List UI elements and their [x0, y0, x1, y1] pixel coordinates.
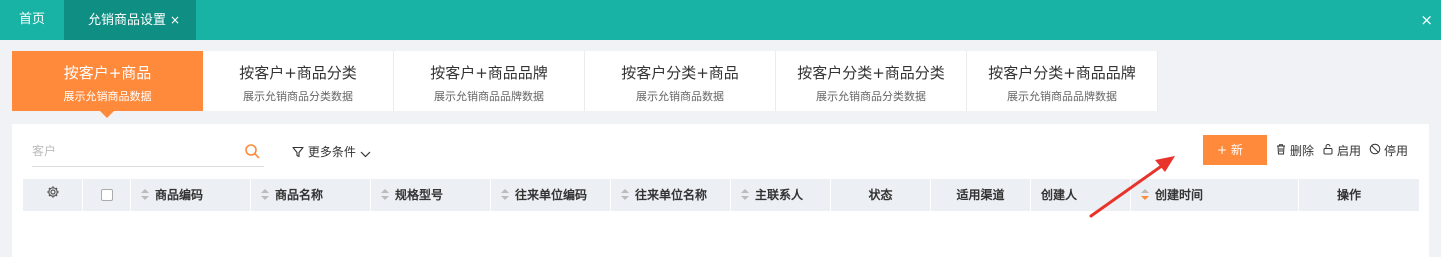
chevron-down-icon — [360, 145, 371, 159]
sort-icon[interactable] — [501, 189, 509, 201]
column-label: 规格型号 — [395, 188, 444, 202]
cat-tab-customer-category-goods-category[interactable]: 按客户分类+商品分类 展示允销商品分类数据 — [776, 51, 967, 111]
ban-icon — [1369, 143, 1384, 158]
cat-tab-title: 按客户分类+商品 — [621, 64, 739, 82]
cat-tab-subtitle: 展示允销商品数据 — [636, 90, 724, 103]
cat-tab-title: 按客户分类+商品品牌 — [988, 64, 1136, 82]
column-header-goods-code[interactable]: 商品编码 — [131, 179, 251, 211]
sort-icon[interactable] — [741, 189, 749, 201]
column-header-status: 状态 — [831, 179, 931, 211]
cat-tab-subtitle: 展示允销商品分类数据 — [243, 90, 353, 103]
column-settings[interactable] — [23, 179, 83, 211]
column-label: 适用渠道 — [956, 188, 1005, 202]
enable-button[interactable]: 启用 — [1322, 142, 1361, 159]
close-all-tabs-icon[interactable]: × — [1420, 10, 1433, 30]
cat-tab-customer-goods-category[interactable]: 按客户+商品分类 展示允销商品分类数据 — [203, 51, 394, 111]
enable-label: 启用 — [1336, 143, 1361, 158]
column-header-partner-code[interactable]: 往来单位编码 — [491, 179, 611, 211]
add-button[interactable]: + 新增 — [1202, 135, 1267, 187]
trash-icon — [1275, 143, 1290, 158]
column-label: 创建人 — [1041, 188, 1078, 202]
cat-tab-title: 按客户+商品 — [63, 64, 152, 82]
column-header-spec-model[interactable]: 规格型号 — [371, 179, 491, 211]
column-label: 商品名称 — [275, 188, 324, 202]
sort-icon[interactable] — [381, 189, 389, 201]
lock-icon — [1322, 143, 1337, 158]
select-all-checkbox[interactable] — [100, 189, 113, 201]
select-all-cell — [83, 179, 131, 211]
cat-tab-customer-goods[interactable]: 按客户+商品 展示允销商品数据 — [12, 51, 203, 118]
sort-icon[interactable] — [141, 189, 149, 201]
close-icon[interactable]: × — [170, 13, 180, 27]
customer-search — [32, 138, 264, 167]
table-header: 商品编码 商品名称 规格型号 往来单位编码 往来单位名称 主联系人 状态 适用渠… — [23, 179, 1419, 211]
category-tabs: 按客户+商品 展示允销商品数据 按客户+商品分类 展示允销商品分类数据 按客户+… — [12, 51, 1158, 118]
filter-icon — [292, 145, 304, 159]
column-header-channel: 适用渠道 — [931, 179, 1031, 211]
delete-button[interactable]: 删除 — [1275, 142, 1314, 159]
column-label: 商品编码 — [155, 188, 204, 202]
cat-tab-subtitle: 展示允销商品品牌数据 — [434, 90, 544, 103]
customer-search-input[interactable] — [32, 138, 222, 164]
column-label: 往来单位编码 — [515, 188, 588, 202]
disable-button[interactable]: 停用 — [1369, 142, 1408, 159]
cat-tab-title: 按客户+商品分类 — [239, 64, 357, 82]
column-label: 状态 — [868, 188, 893, 202]
table-toolbar: + 新增 删除 启用 停用 — [1202, 135, 1408, 187]
more-conditions-label: 更多条件 — [307, 145, 356, 159]
cat-tab-title: 按客户+商品品牌 — [430, 64, 548, 82]
cat-tab-subtitle: 展示允销商品品牌数据 — [1007, 90, 1117, 103]
column-label: 主联系人 — [755, 188, 804, 202]
cat-tab-customer-category-goods[interactable]: 按客户分类+商品 展示允销商品数据 — [585, 51, 776, 111]
column-header-main-contact[interactable]: 主联系人 — [731, 179, 831, 211]
column-label: 操作 — [1336, 188, 1361, 202]
more-conditions-button[interactable]: 更多条件 — [292, 143, 371, 160]
search-icon[interactable] — [244, 143, 260, 163]
delete-label: 删除 — [1289, 143, 1314, 158]
annotation-arrow — [1089, 156, 1175, 218]
column-header-actions: 操作 — [1299, 179, 1399, 211]
tab-label: 允销商品设置 — [88, 13, 167, 28]
gear-icon[interactable] — [46, 179, 60, 211]
column-header-partner-name[interactable]: 往来单位名称 — [611, 179, 731, 211]
column-label: 往来单位名称 — [635, 188, 708, 202]
tab-allowed-goods-settings[interactable]: 允销商品设置 × — [64, 0, 196, 40]
cat-tab-customer-goods-brand[interactable]: 按客户+商品品牌 展示允销商品品牌数据 — [394, 51, 585, 111]
sort-icon[interactable] — [621, 189, 629, 201]
content-panel: 更多条件 + 新增 删除 启用 停用 商品编码 商品名称 规格型号 往来单位编码… — [12, 124, 1429, 257]
sort-icon[interactable] — [261, 189, 269, 201]
cat-tab-title: 按客户分类+商品分类 — [797, 64, 945, 82]
cat-tab-subtitle: 展示允销商品分类数据 — [816, 90, 926, 103]
tab-home[interactable]: 首页 — [0, 0, 64, 40]
disable-label: 停用 — [1383, 143, 1408, 158]
cat-tab-customer-category-goods-brand[interactable]: 按客户分类+商品品牌 展示允销商品品牌数据 — [967, 51, 1158, 111]
column-header-goods-name[interactable]: 商品名称 — [251, 179, 371, 211]
cat-tab-subtitle: 展示允销商品数据 — [63, 90, 152, 103]
top-tab-bar: 首页 允销商品设置 × × — [0, 0, 1441, 40]
